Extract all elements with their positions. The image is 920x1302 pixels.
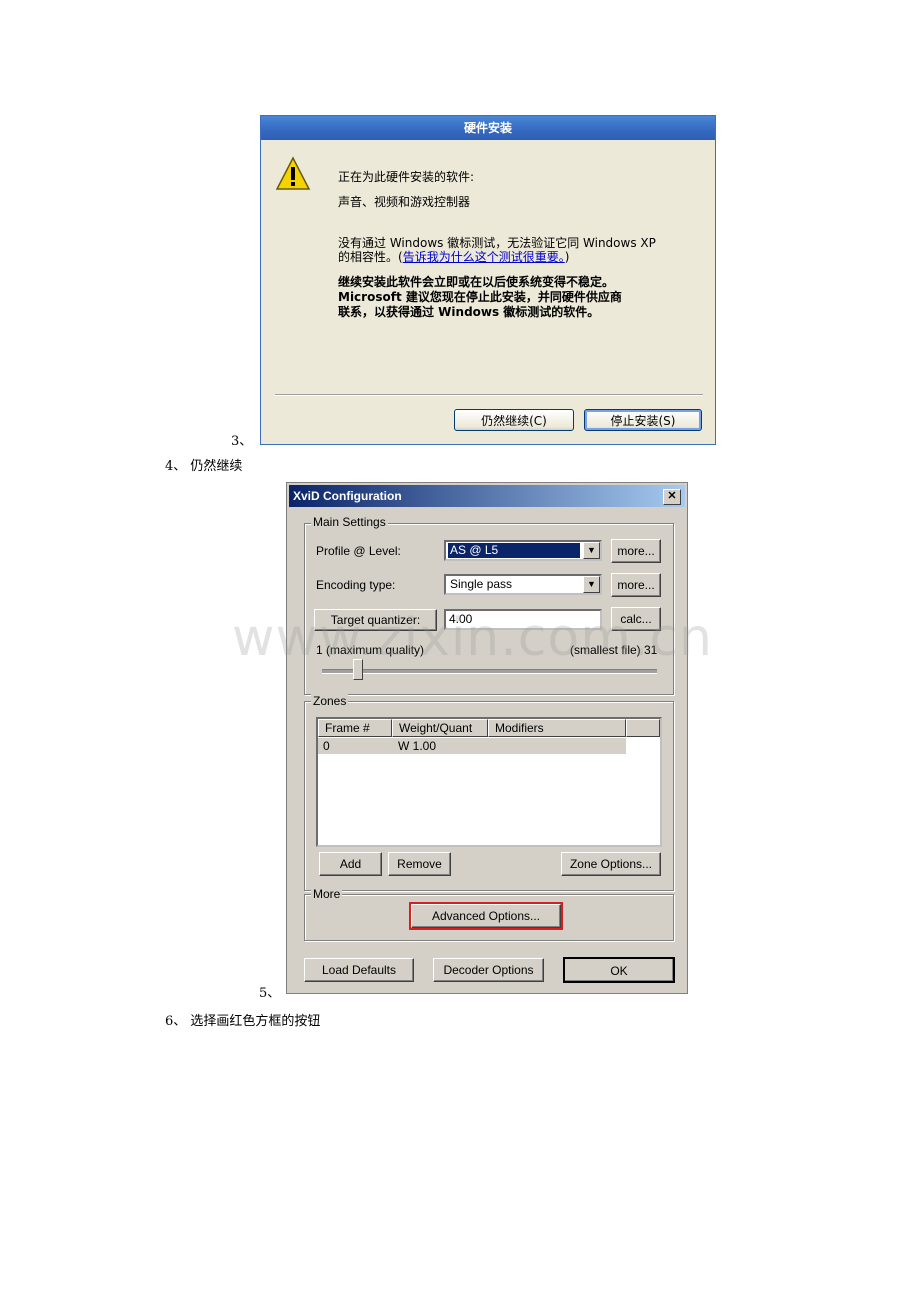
close-icon[interactable]: ✕ [663,489,681,505]
load-defaults-button[interactable]: Load Defaults [304,958,414,982]
slider-max-label: (smallest file) 31 [570,643,658,657]
zones-label: Zones [311,694,349,708]
target-quantizer-input[interactable]: 4.00 [444,609,602,630]
ok-button[interactable]: OK [563,957,675,983]
remove-zone-button[interactable]: Remove [388,852,451,876]
add-zone-button[interactable]: Add [319,852,382,876]
quality-slider-track[interactable] [322,669,657,674]
dialog-title-text: XviD Configuration [293,489,402,503]
column-header-empty [626,719,660,737]
warning-bold-1: 继续安装此软件会立即或在以后使系统变得不稳定。 [338,275,615,289]
continue-anyway-button[interactable]: 仍然继续(C) [454,409,574,431]
dialog-title: 硬件安装 [261,116,715,140]
advanced-options-button[interactable]: Advanced Options... [409,902,563,930]
cell-weight: W 1.00 [398,739,437,753]
step-3-label: 3、 [231,434,253,449]
dialog-title: XviD Configuration ✕ [289,485,685,507]
xvid-config-dialog: XviD Configuration ✕ Main Settings Profi… [286,482,688,994]
separator [275,394,703,396]
chevron-down-icon[interactable]: ▼ [583,542,600,559]
chevron-down-icon[interactable]: ▼ [583,576,600,593]
why-important-link[interactable]: 告诉我为什么这个测试很重要。 [403,250,565,264]
encoding-more-button[interactable]: more... [611,573,661,597]
column-header[interactable]: Modifiers [488,719,626,737]
encoding-label: Encoding type: [316,578,396,592]
profile-label: Profile @ Level: [316,544,401,558]
compat-line: 的相容性。(告诉我为什么这个测试很重要。) [338,248,569,265]
cell-frame: 0 [323,739,330,753]
zones-list[interactable]: Frame # Weight/Quant Modifiers 0 W 1.00 [316,717,662,847]
warning-icon [275,156,311,190]
profile-select[interactable]: AS @ L5 ▼ [444,540,602,561]
device-category: 声音、视频和游戏控制器 [338,195,471,209]
compat-suffix: ) [564,250,570,264]
table-row[interactable]: 0 W 1.00 [318,738,626,754]
step-5-label: 5、 [259,986,281,1001]
column-header[interactable]: Weight/Quant [392,719,488,737]
hardware-install-dialog: 硬件安装 正在为此硬件安装的软件: 声音、视频和游戏控制器 没有通过 Windo… [260,115,716,445]
install-line: 正在为此硬件安装的软件: [338,170,475,184]
calc-button[interactable]: calc... [611,607,661,631]
quality-slider-thumb[interactable] [353,659,363,680]
zone-options-button[interactable]: Zone Options... [561,852,661,876]
step-6-label: 6、 选择画红色方框的按钮 [165,1014,321,1029]
target-quantizer-button[interactable]: Target quantizer: [314,609,437,631]
main-settings-label: Main Settings [311,515,388,529]
profile-value: AS @ L5 [448,543,580,558]
compat-prefix: 的相容性。( [338,250,403,264]
step-4-label: 4、 仍然继续 [165,459,243,474]
warning-bold-2: Microsoft 建议您现在停止此安装，并同硬件供应商 [338,290,622,304]
profile-more-button[interactable]: more... [611,539,661,563]
column-header[interactable]: Frame # [318,719,392,737]
decoder-options-button[interactable]: Decoder Options [433,958,544,982]
warning-bold-3: 联系，以获得通过 Windows 徽标测试的软件。 [338,305,600,319]
more-label: More [311,887,343,901]
slider-min-label: 1 (maximum quality) [316,643,425,657]
encoding-value: Single pass [450,577,513,591]
encoding-select[interactable]: Single pass ▼ [444,574,602,595]
stop-install-button[interactable]: 停止安装(S) [584,409,702,431]
